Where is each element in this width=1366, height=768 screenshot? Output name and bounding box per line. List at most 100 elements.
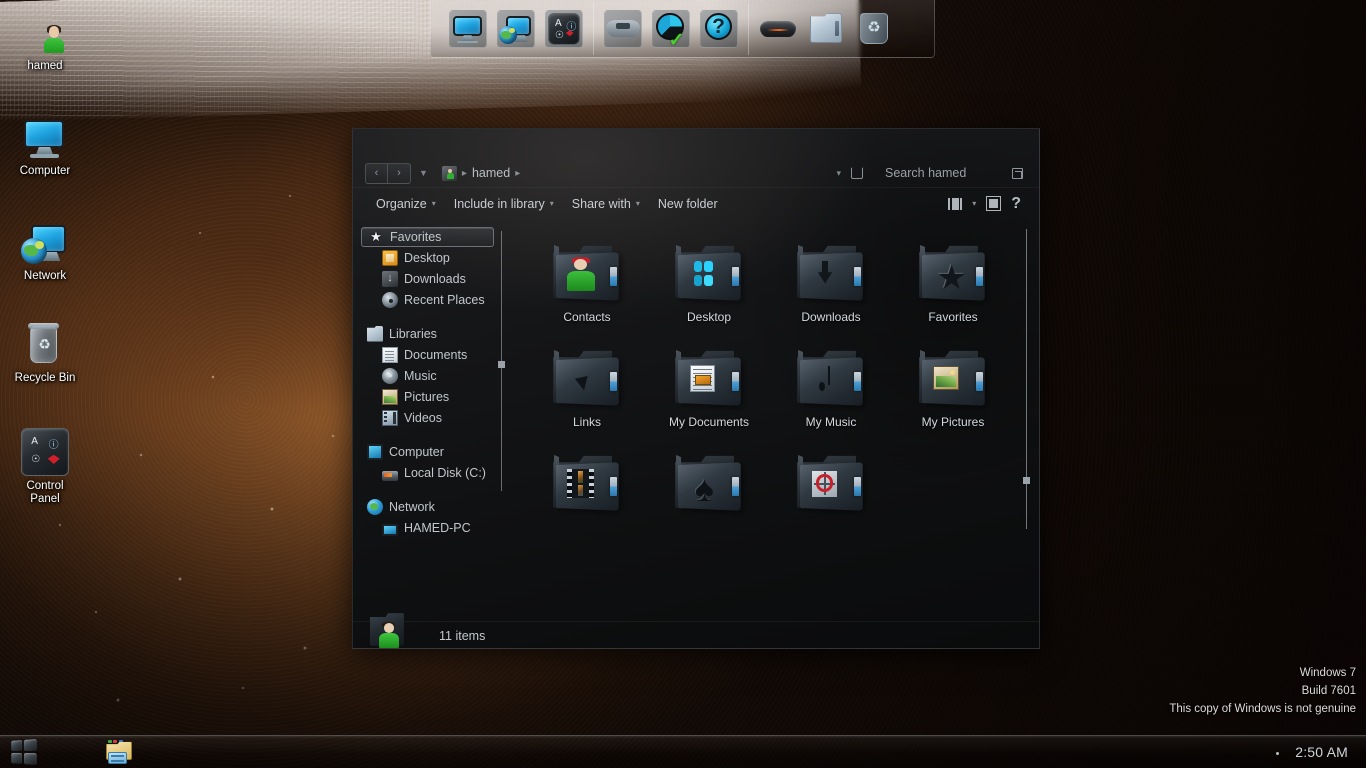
desktop-icon-hamed[interactable]: hamed bbox=[0, 8, 90, 73]
folder-item-desktop[interactable]: Desktop bbox=[648, 229, 770, 324]
desktop-icon-network[interactable]: Network bbox=[0, 218, 90, 283]
desktop-icon-computer[interactable]: Computer bbox=[0, 113, 90, 178]
windows-emblem-icon bbox=[688, 258, 718, 291]
forward-button[interactable]: › bbox=[388, 162, 411, 184]
folder-icon bbox=[672, 233, 746, 307]
explorer-toolbar[interactable]: Organize ▾ Include in library ▾ Share wi… bbox=[353, 187, 1039, 219]
mouse-dock-icon[interactable] bbox=[757, 8, 799, 50]
include-in-library-button[interactable]: Include in library ▾ bbox=[445, 194, 563, 214]
music-icon bbox=[382, 367, 398, 384]
desktop-icon-label: Control Panel bbox=[26, 480, 64, 505]
sidebar-item-label: Pictures bbox=[404, 389, 450, 404]
help-button[interactable]: ? bbox=[1011, 195, 1021, 212]
recycle-bin-dock-icon[interactable] bbox=[853, 8, 895, 50]
content-scrollbar[interactable] bbox=[1026, 229, 1027, 529]
control-panel-dock-icon[interactable]: A ⓘ ☉ bbox=[543, 8, 585, 50]
folder-icon: ♠ bbox=[672, 443, 746, 517]
system-tray[interactable]: 2:50 AM bbox=[1276, 737, 1366, 768]
content-pane[interactable]: Contacts Desktop Downloads ★ Favorites L… bbox=[508, 219, 1039, 621]
folder-item-searches[interactable] bbox=[770, 439, 892, 520]
share-with-button[interactable]: Share with ▾ bbox=[563, 194, 649, 214]
person-emblem-icon bbox=[566, 256, 596, 291]
games-dock-icon[interactable] bbox=[602, 8, 644, 50]
watermark-line-3: This copy of Windows is not genuine bbox=[1169, 703, 1356, 715]
computer-dock-icon[interactable] bbox=[447, 8, 489, 50]
control-panel-icon: A ⓘ ☉ bbox=[21, 428, 69, 476]
sidebar-item-hamed-pc[interactable]: HAMED-PC bbox=[361, 517, 508, 538]
organize-label: Organize bbox=[376, 196, 427, 211]
folder-item-favorites[interactable]: ★ Favorites bbox=[892, 229, 1014, 324]
music-note-emblem-icon bbox=[810, 363, 840, 396]
folder-label: My Music bbox=[805, 415, 857, 429]
sidebar-item-local-disk[interactable]: Local Disk (C:) bbox=[361, 462, 508, 483]
sidebar-item-recent-places[interactable]: Recent Places bbox=[361, 289, 508, 310]
desktop[interactable]: hamed Computer Network ♻ Recycle Bin A ⓘ… bbox=[0, 0, 1366, 768]
chevron-right-icon[interactable]: ▸ bbox=[515, 168, 520, 179]
explorer-window[interactable]: ‹ › ▼ ▸ hamed ▸ ▾ Search hamed Organize … bbox=[352, 128, 1040, 649]
disk-defragmenter-dock-icon[interactable]: ✓ bbox=[650, 8, 692, 50]
sidebar-item-computer[interactable]: Computer bbox=[361, 441, 508, 462]
top-dock[interactable]: A ⓘ ☉ ✓ ? bbox=[430, 0, 935, 58]
taskbar-clock[interactable]: 2:50 AM bbox=[1291, 744, 1352, 760]
folder-item-contacts[interactable]: Contacts bbox=[526, 229, 648, 324]
folder-item-my-music[interactable]: My Music bbox=[770, 334, 892, 429]
breadcrumb[interactable]: ▸ hamed ▸ ▾ bbox=[436, 162, 875, 184]
content-scrollbar-thumb[interactable] bbox=[1023, 477, 1030, 484]
refresh-icon[interactable] bbox=[851, 167, 863, 179]
sidebar-item-downloads[interactable]: Downloads bbox=[361, 268, 508, 289]
network-dock-icon[interactable] bbox=[495, 8, 537, 50]
recent-places-icon bbox=[382, 291, 398, 308]
tray-overflow-icon[interactable] bbox=[1276, 751, 1280, 755]
preview-pane-icon[interactable] bbox=[986, 196, 1002, 211]
explorer-body: ★ Favorites Desktop Downloads Recent Pla… bbox=[353, 219, 1039, 621]
search-input[interactable]: Search hamed bbox=[879, 162, 1029, 184]
folder-item-downloads[interactable]: Downloads bbox=[770, 229, 892, 324]
watermark-line-2: Build 7601 bbox=[1301, 685, 1356, 697]
chevron-down-icon[interactable]: ▾ bbox=[836, 168, 841, 179]
chevron-down-icon: ▾ bbox=[635, 199, 640, 208]
desktop-icon-control-panel[interactable]: A ⓘ ☉ Control Panel bbox=[0, 428, 90, 506]
sidebar-item-desktop[interactable]: Desktop bbox=[361, 247, 508, 268]
address-bar[interactable]: ‹ › ▼ ▸ hamed ▸ ▾ Search hamed bbox=[365, 161, 1029, 185]
folder-item-links[interactable]: Links bbox=[526, 334, 648, 429]
sidebar-item-libraries[interactable]: Libraries bbox=[361, 323, 508, 344]
chevron-down-icon[interactable]: ▾ bbox=[972, 199, 976, 208]
breadcrumb-item-hamed[interactable]: hamed bbox=[472, 166, 510, 180]
back-button[interactable]: ‹ bbox=[365, 162, 388, 184]
folder-icon bbox=[794, 233, 868, 307]
folder-icon bbox=[550, 443, 624, 517]
sidebar-item-network[interactable]: Network bbox=[361, 496, 508, 517]
change-view-icon[interactable] bbox=[948, 197, 963, 210]
explorer-titlebar[interactable]: ‹ › ▼ ▸ hamed ▸ ▾ Search hamed bbox=[353, 129, 1039, 187]
chevron-down-icon: ▾ bbox=[431, 199, 436, 208]
folder-label: Desktop bbox=[686, 310, 732, 324]
sidebar-item-music[interactable]: Music bbox=[361, 365, 508, 386]
desktop-icon bbox=[382, 249, 398, 266]
folder-item-saved-games[interactable]: ♠ bbox=[648, 439, 770, 520]
taskbar[interactable]: 2:50 AM bbox=[0, 735, 1366, 768]
organize-button[interactable]: Organize ▾ bbox=[367, 194, 445, 214]
sidebar-item-label: Documents bbox=[404, 347, 468, 362]
folder-item-my-pictures[interactable]: My Pictures bbox=[892, 334, 1014, 429]
documents-icon bbox=[382, 346, 398, 363]
windows-logo-icon bbox=[11, 738, 37, 766]
sidebar-item-label: Desktop bbox=[404, 250, 450, 265]
help-dock-icon[interactable]: ? bbox=[698, 8, 740, 50]
taskbar-button-explorer[interactable] bbox=[98, 738, 140, 767]
desktop-icon-label: Computer bbox=[19, 165, 71, 177]
sidebar-item-documents[interactable]: Documents bbox=[361, 344, 508, 365]
sidebar-item-favorites[interactable]: ★ Favorites bbox=[361, 227, 494, 247]
navigation-pane-scrollbar-thumb[interactable] bbox=[498, 361, 505, 368]
folder-item-my-documents[interactable]: My Documents bbox=[648, 334, 770, 429]
recent-pages-dropdown-icon[interactable]: ▼ bbox=[415, 168, 432, 178]
sidebar-item-label: HAMED-PC bbox=[404, 520, 471, 535]
documents-dock-icon[interactable] bbox=[805, 8, 847, 50]
navigation-pane[interactable]: ★ Favorites Desktop Downloads Recent Pla… bbox=[353, 219, 508, 621]
sidebar-item-videos[interactable]: Videos bbox=[361, 407, 508, 428]
folder-item-my-videos[interactable] bbox=[526, 439, 648, 520]
new-folder-button[interactable]: New folder bbox=[649, 194, 727, 214]
start-button[interactable] bbox=[0, 737, 46, 768]
sidebar-item-pictures[interactable]: Pictures bbox=[361, 386, 508, 407]
recycle-bin-icon: ♻ bbox=[21, 320, 69, 368]
desktop-icon-recycle-bin[interactable]: ♻ Recycle Bin bbox=[0, 320, 90, 385]
